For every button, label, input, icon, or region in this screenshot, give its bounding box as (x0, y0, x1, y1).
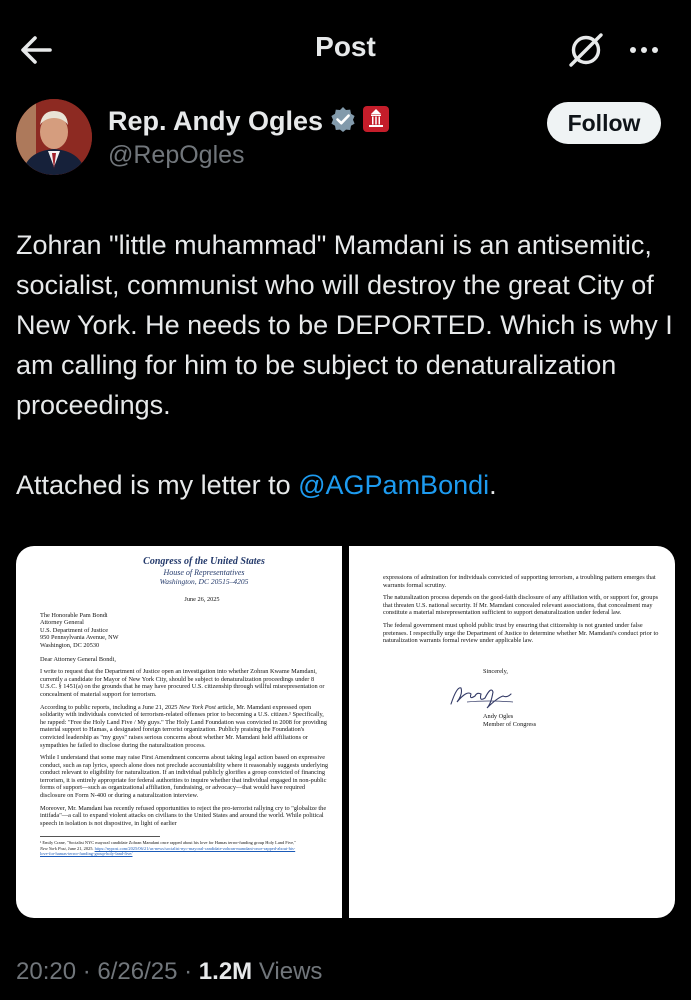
letter-paragraph: expressions of admiration for individual… (383, 574, 656, 589)
footnote-text: ¹ Emily Crane, "Socialist NYC mayoral ca… (40, 840, 296, 846)
tweet-text-suffix: . (489, 470, 497, 500)
address-line: Attorney General (40, 619, 84, 627)
follow-button[interactable]: Follow (547, 102, 661, 144)
letter-text: article, Mr. Mamdani expressed open soli… (40, 703, 327, 749)
tweet-paragraph: Attached is my letter to @AGPamBondi. (16, 465, 681, 505)
mention-link[interactable]: @AGPamBondi (298, 470, 489, 500)
letterhead-subtitle: House of Representatives (163, 568, 245, 577)
letter-page-1[interactable]: Congress of the United States House of R… (16, 546, 342, 918)
recipient-address: The Honorable Pam Bondi Attorney General… (40, 612, 328, 650)
closing: Sincerely, (483, 668, 508, 675)
letter-text: According to public reports, including a… (40, 703, 180, 711)
tweet-text-prefix: Attached is my letter to (16, 470, 299, 500)
separator: · (76, 958, 98, 985)
signer-name: Andy Ogles (483, 713, 514, 720)
back-arrow-icon[interactable] (16, 30, 56, 70)
views-label[interactable]: Views (252, 958, 323, 985)
tweet-paragraph: Zohran "little muhammad" Mamdani is an a… (16, 230, 673, 420)
address-line: U.S. Department of Justice (40, 626, 109, 634)
author-name-row: Rep. Andy Ogles (108, 106, 390, 137)
signature-block: Andy Ogles Member of Congress (483, 713, 536, 728)
author-name[interactable]: Rep. Andy Ogles (108, 106, 323, 137)
verified-badge-icon (330, 106, 356, 137)
address-line: 950 Pennsylvania Avenue, NW (40, 634, 119, 642)
signature (450, 687, 514, 709)
footnote-text: , June 21, 2025. (65, 845, 95, 851)
signer-title: Member of Congress (483, 720, 537, 728)
letterhead-title: Congress of the United States (143, 556, 265, 567)
letter-page-2[interactable]: expressions of admiration for individual… (349, 546, 675, 918)
avatar[interactable] (16, 99, 92, 175)
salutation: Dear Attorney General Bondi, (40, 655, 116, 663)
house-seal-icon (363, 106, 390, 137)
grok-icon[interactable] (566, 30, 606, 70)
post-date[interactable]: 6/26/25 (97, 958, 177, 985)
author-handle[interactable]: @RepOgles (108, 141, 245, 170)
address-line: The Honorable Pam Bondi (40, 611, 108, 619)
letter-paragraph: Moreover, Mr. Mamdani has recently refus… (40, 804, 327, 827)
top-bar: Post (0, 0, 691, 96)
footnote: ¹ Emily Crane, "Socialist NYC mayoral ca… (40, 840, 300, 856)
more-icon[interactable] (624, 34, 664, 66)
tweet-text: Zohran "little muhammad" Mamdani is an a… (16, 225, 681, 505)
letter-paragraph: While I understand that some may raise F… (40, 754, 328, 800)
letter-paragraph: The naturalization process depends on th… (383, 594, 659, 617)
letter-date: June 26, 2025 (184, 596, 220, 603)
view-count[interactable]: 1.2M (199, 958, 252, 985)
letter-paragraph: The federal government must uphold publi… (383, 621, 659, 645)
address-line: Washington, DC 20530 (40, 641, 100, 649)
footnote-italic: New York Post (40, 845, 66, 851)
letterhead-address: Washington, DC 20515–4205 (159, 577, 249, 586)
letter-paragraph: I write to request that the Department o… (40, 668, 325, 698)
post-meta: 20:20 · 6/26/25 · 1.2M Views (16, 958, 322, 986)
media-attachment[interactable]: Congress of the United States House of R… (16, 546, 675, 918)
letter-text-italic: New York Post (179, 703, 216, 711)
post-time[interactable]: 20:20 (16, 958, 76, 985)
separator: · (177, 958, 199, 985)
letter-paragraph: According to public reports, including a… (40, 704, 328, 750)
